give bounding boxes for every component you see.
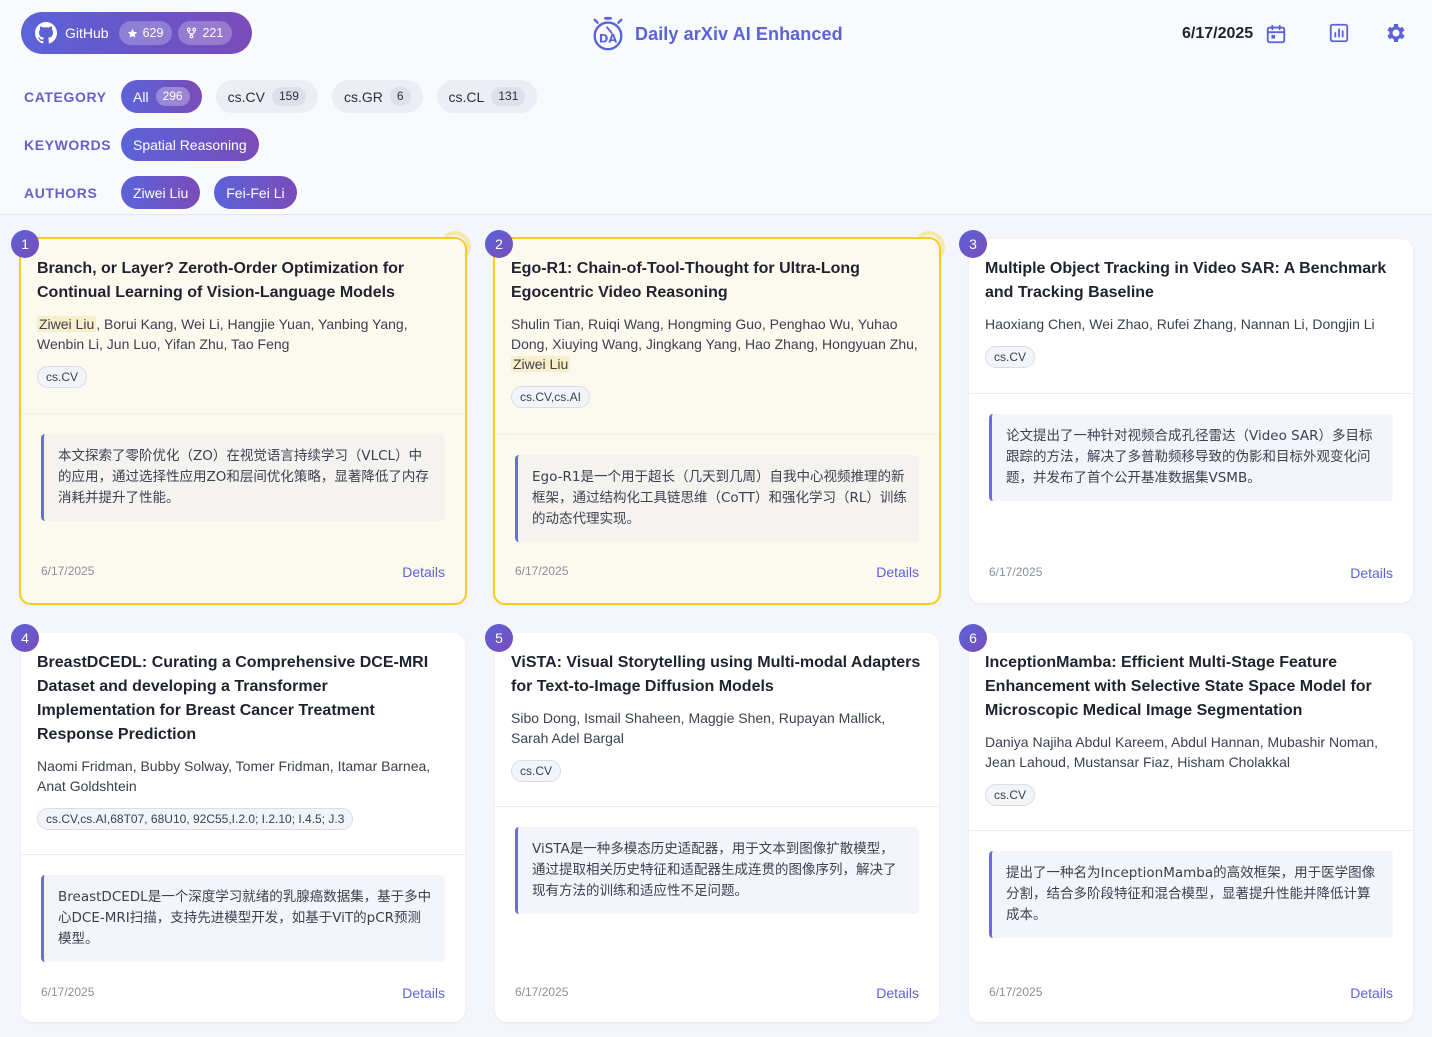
ai-summary: ViSTA是一种多模态历史适配器，用于文本到图像扩散模型，通过提取相关历史特征和… <box>515 827 919 914</box>
divider <box>495 806 939 807</box>
divider <box>969 830 1413 831</box>
highlighted-author[interactable]: Ziwei Liu <box>511 356 571 372</box>
top-header: GitHub 629 221 DA Daily arXiv AI Enhance… <box>0 0 1432 215</box>
chip-count: 159 <box>271 87 306 106</box>
divider <box>21 413 465 414</box>
category-chip-cs-cv[interactable]: cs.CV 159 <box>215 80 318 113</box>
forks-badge: 221 <box>178 21 233 45</box>
paper-authors: Sibo Dong, Ismail Shaheen, Maggie Shen, … <box>511 710 886 746</box>
divider <box>495 434 939 435</box>
ai-summary: 本文探索了零阶优化（ZO）在视觉语言持续学习（VLCL）中的应用，通过选择性应用… <box>41 434 445 521</box>
paper-title[interactable]: Multiple Object Tracking in Video SAR: A… <box>985 257 1397 305</box>
authors-filter: AUTHORS Ziwei Liu Fei-Fei Li <box>24 176 311 209</box>
paper-title[interactable]: InceptionMamba: Efficient Multi-Stage Fe… <box>985 651 1397 723</box>
paper-title[interactable]: Branch, or Layer? Zeroth-Order Optimizat… <box>37 257 449 305</box>
chip-label: cs.CL <box>448 88 485 105</box>
category-tag: cs.CV,cs.AI,68T07, 68U10, 92C55,I.2.0; I… <box>37 808 354 830</box>
author-chip-ziwei-liu[interactable]: Ziwei Liu <box>121 176 201 209</box>
category-label: CATEGORY <box>24 88 107 105</box>
logo-text: DA <box>599 32 617 46</box>
ai-summary: BreastDCEDL是一个深度学习就绪的乳腺癌数据集，基于多中心DCE-MRI… <box>41 875 445 962</box>
paper-title[interactable]: Ego-R1: Chain-of-Tool-Thought for Ultra-… <box>511 257 923 305</box>
date-picker[interactable]: 6/17/2025 <box>1182 20 1289 48</box>
keywords-label: KEYWORDS <box>24 136 112 153</box>
paper-card[interactable]: 4 BreastDCEDL: Curating a Comprehensive … <box>11 624 465 1022</box>
paper-date: 6/17/2025 <box>41 985 95 999</box>
card-number: 4 <box>11 624 39 652</box>
category-tag: cs.CV <box>985 346 1036 368</box>
current-date: 6/17/2025 <box>1182 25 1254 42</box>
forks-count: 221 <box>202 26 224 40</box>
details-link[interactable]: Details <box>1350 985 1393 1001</box>
divider <box>969 393 1413 394</box>
paper-authors: Haoxiang Chen, Wei Zhao, Rufei Zhang, Na… <box>985 316 1375 332</box>
card-number: 5 <box>485 624 513 652</box>
paper-authors: Ziwei Liu, Borui Kang, Wei Li, Hangjie Y… <box>37 314 449 354</box>
stars-count: 629 <box>142 26 164 40</box>
paper-card[interactable]: 5 ViSTA: Visual Storytelling using Multi… <box>485 624 939 1022</box>
paper-card[interactable]: 1 Branch, or Layer? Zeroth-Order Optimiz… <box>11 230 471 605</box>
ai-summary: 提出了一种名为InceptionMamba的高效框架，用于医学图像分割，结合多阶… <box>989 851 1393 938</box>
card-number: 2 <box>485 230 513 258</box>
author-chip-fei-fei-li[interactable]: Fei-Fei Li <box>214 176 297 209</box>
paper-date: 6/17/2025 <box>989 565 1043 579</box>
paper-card[interactable]: 2 Ego-R1: Chain-of-Tool-Thought for Ultr… <box>485 230 945 605</box>
fork-icon <box>187 27 197 39</box>
calendar-icon[interactable] <box>1263 21 1289 47</box>
paper-date: 6/17/2025 <box>515 985 569 999</box>
authors-label: AUTHORS <box>24 184 98 201</box>
details-link[interactable]: Details <box>876 985 919 1001</box>
paper-date: 6/17/2025 <box>41 564 95 578</box>
category-tag: cs.CV <box>985 784 1036 806</box>
details-link[interactable]: Details <box>402 564 445 580</box>
highlighted-author[interactable]: Ziwei Liu <box>37 316 97 332</box>
chip-count: 131 <box>491 87 526 106</box>
ai-summary: 论文提出了一种针对视频合成孔径雷达（Video SAR）多目标跟踪的方法，解决了… <box>989 414 1393 501</box>
chip-label: cs.CV <box>227 88 265 105</box>
details-link[interactable]: Details <box>1350 565 1393 581</box>
chip-label: All <box>133 88 149 105</box>
paper-authors: Daniya Najiha Abdul Kareem, Abdul Hannan… <box>985 734 1379 770</box>
paper-authors: Naomi Fridman, Bubby Solway, Tomer Fridm… <box>37 758 431 794</box>
category-chip-all[interactable]: All 296 <box>121 80 202 113</box>
brand[interactable]: DA Daily arXiv AI Enhanced <box>589 14 843 54</box>
paper-title[interactable]: ViSTA: Visual Storytelling using Multi-m… <box>511 651 923 699</box>
chip-count: 296 <box>155 87 190 106</box>
category-tag: cs.CV <box>37 366 88 388</box>
stopwatch-logo-icon: DA <box>593 16 623 51</box>
paper-date: 6/17/2025 <box>515 564 569 578</box>
highlight-ring <box>913 231 945 263</box>
authors-rest: Shulin Tian, Ruiqi Wang, Hongming Guo, P… <box>511 316 918 352</box>
divider <box>21 854 465 855</box>
highlight-ring <box>439 231 471 263</box>
brand-title: Daily arXiv AI Enhanced <box>635 23 843 44</box>
category-tag: cs.CV,cs.AI <box>511 386 590 408</box>
details-link[interactable]: Details <box>876 564 919 580</box>
keyword-chip-spatial-reasoning[interactable]: Spatial Reasoning <box>121 128 259 161</box>
details-link[interactable]: Details <box>402 985 445 1001</box>
github-button[interactable]: GitHub 629 221 <box>21 12 252 54</box>
card-number: 1 <box>11 230 39 258</box>
category-chip-cs-gr[interactable]: cs.GR 6 <box>331 80 423 113</box>
paper-date: 6/17/2025 <box>989 985 1043 999</box>
ai-summary: Ego-R1是一个用于超长（几天到几周）自我中心视频推理的新框架，通过结构化工具… <box>515 455 919 542</box>
star-icon <box>127 28 137 38</box>
bar-chart-icon[interactable] <box>1326 20 1352 46</box>
category-tag: cs.CV <box>511 760 562 782</box>
gear-icon[interactable] <box>1382 20 1408 46</box>
chip-label: cs.GR <box>343 88 383 105</box>
keywords-filter: KEYWORDS Spatial Reasoning <box>24 128 273 161</box>
stars-badge: 629 <box>118 21 173 45</box>
github-icon <box>35 22 57 44</box>
paper-card[interactable]: 3 Multiple Object Tracking in Video SAR:… <box>959 230 1413 603</box>
category-filter: CATEGORY All 296 cs.CV 159 cs.GR 6 cs.CL… <box>24 80 551 113</box>
card-number: 6 <box>959 624 987 652</box>
paper-authors: Shulin Tian, Ruiqi Wang, Hongming Guo, P… <box>511 314 923 374</box>
github-label: GitHub <box>65 25 109 41</box>
chip-count: 6 <box>389 87 411 106</box>
paper-title[interactable]: BreastDCEDL: Curating a Comprehensive DC… <box>37 651 449 747</box>
card-number: 3 <box>959 230 987 258</box>
category-chip-cs-cl[interactable]: cs.CL 131 <box>436 80 538 113</box>
paper-card[interactable]: 6 InceptionMamba: Efficient Multi-Stage … <box>959 624 1413 1022</box>
